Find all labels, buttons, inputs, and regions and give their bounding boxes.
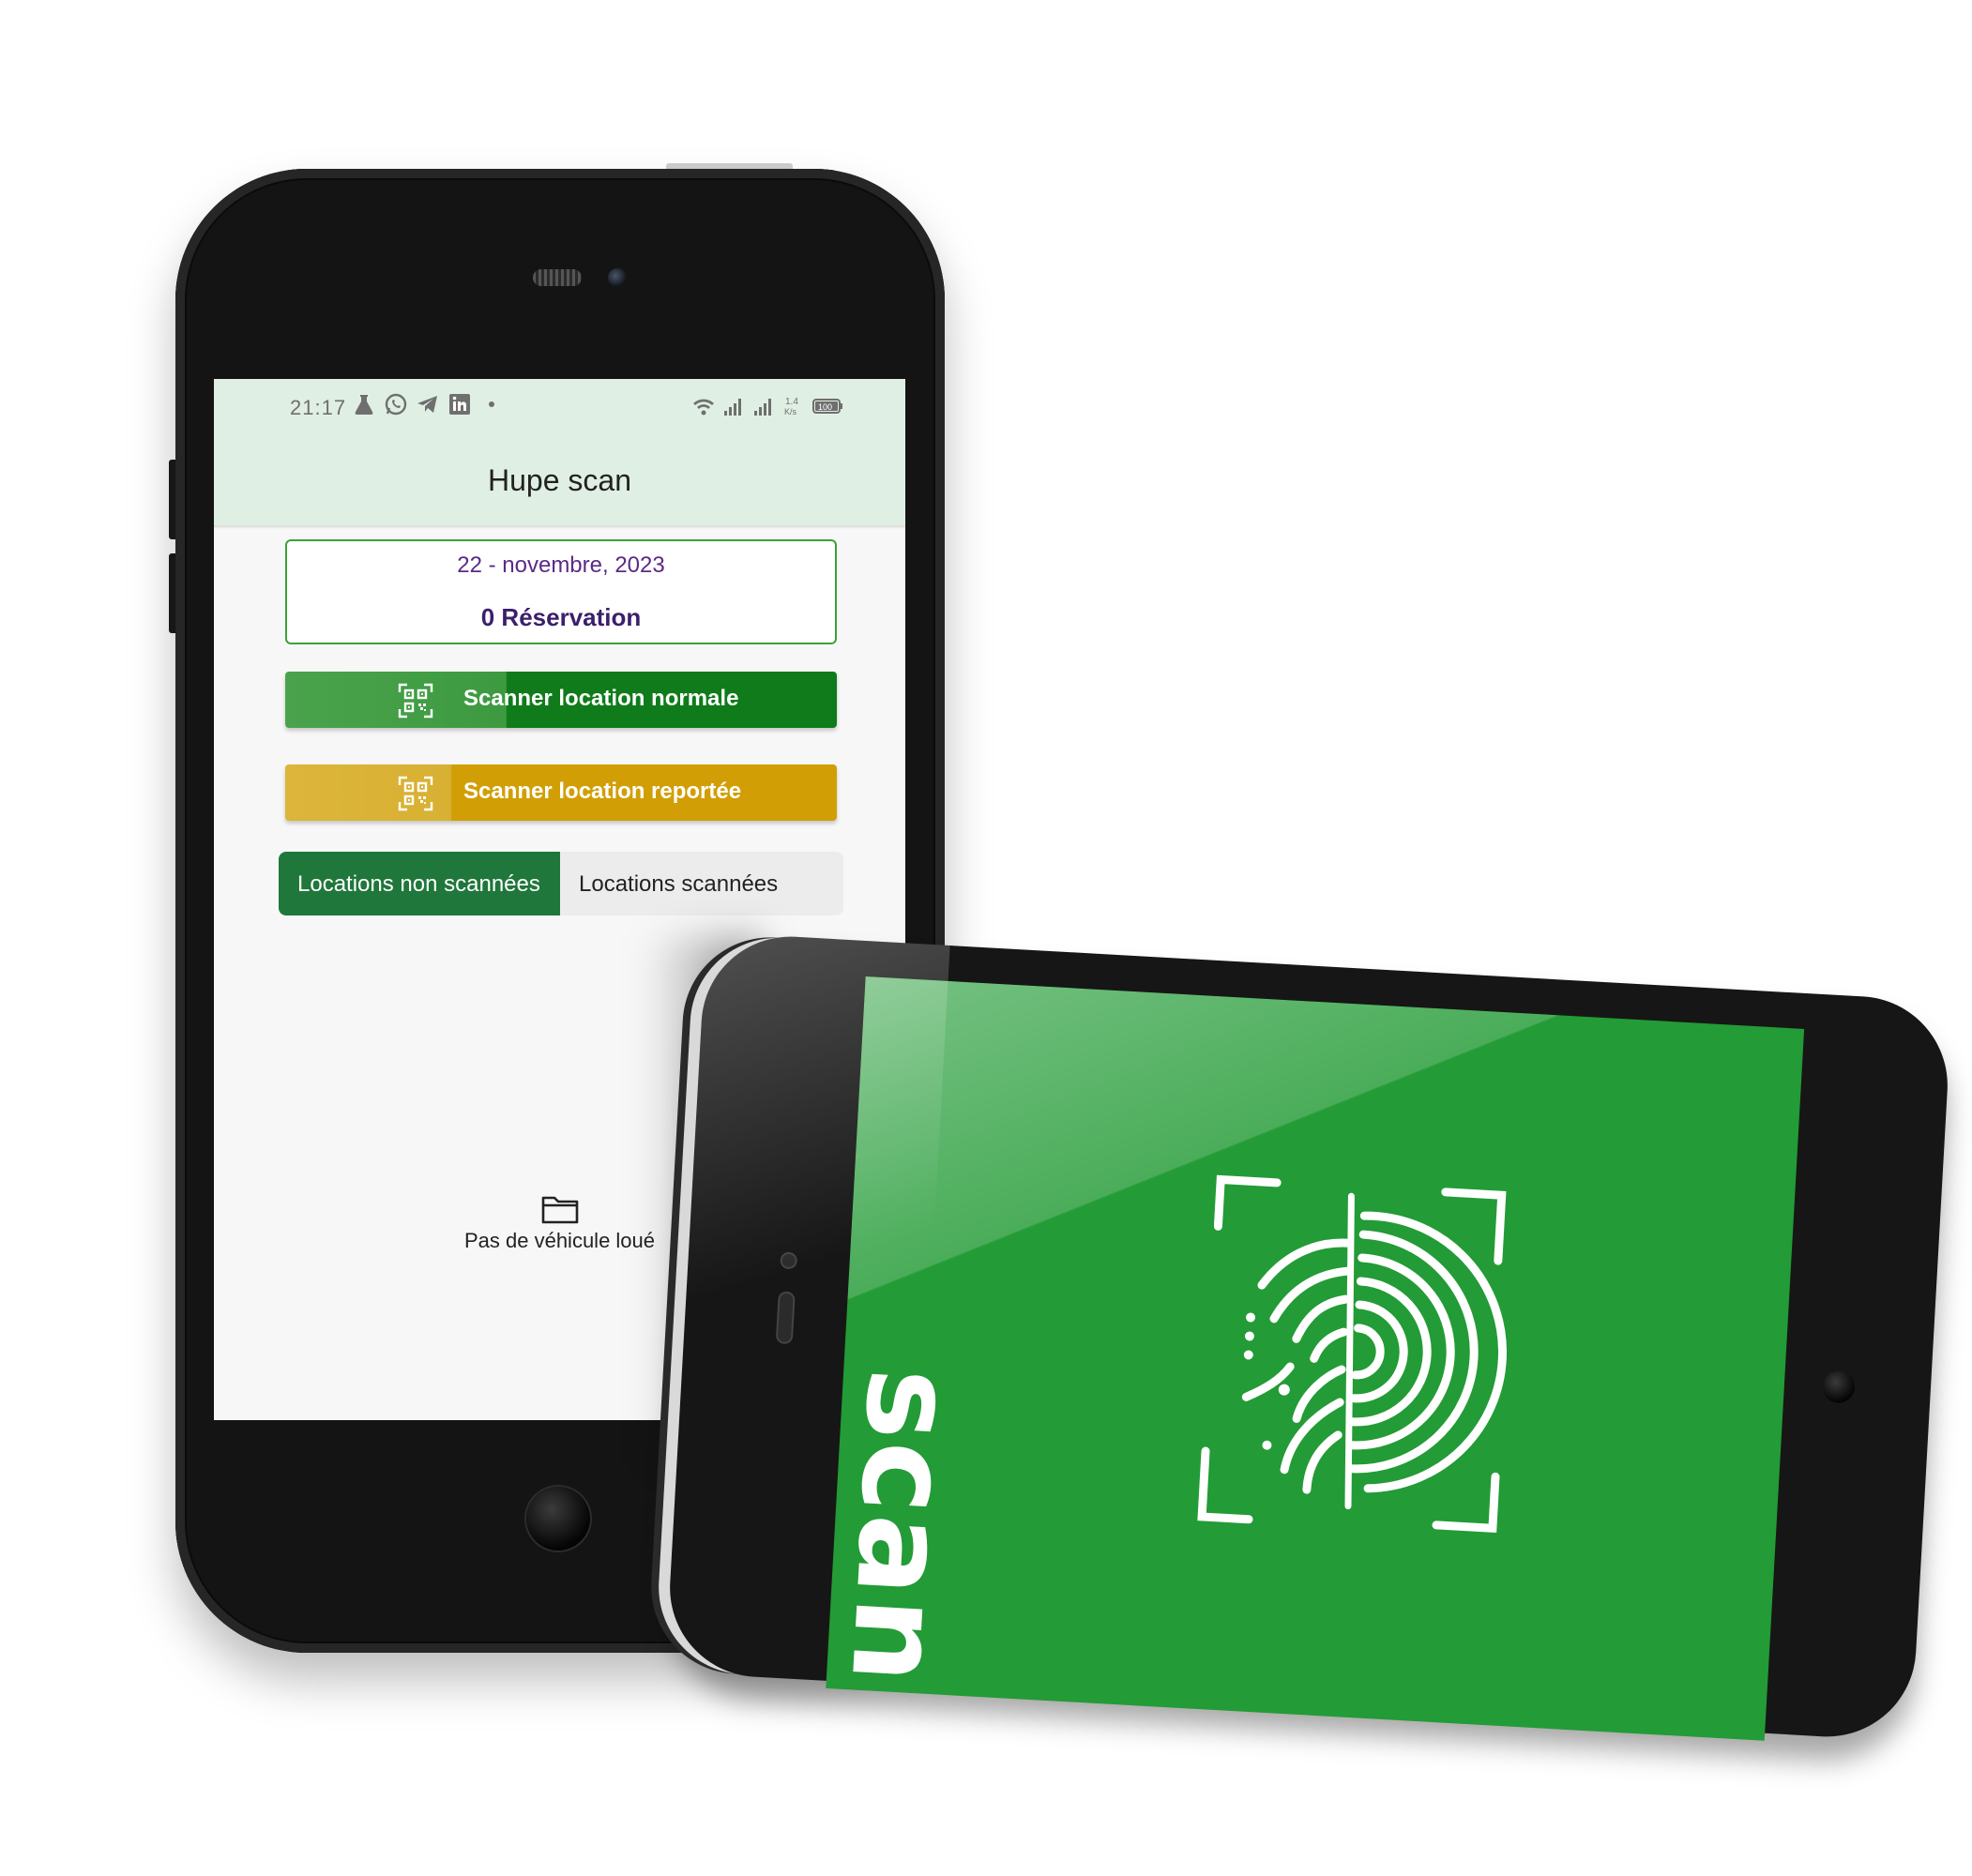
current-date: 22 - novembre, 2023 — [457, 552, 665, 578]
qr-scan-icon — [398, 683, 433, 719]
svg-text:1.4: 1.4 — [785, 397, 798, 407]
home-button — [526, 1487, 590, 1551]
screen-glare — [826, 976, 1805, 1741]
whatsapp-icon — [385, 393, 407, 416]
wifi-icon — [693, 399, 714, 416]
tab-scanned[interactable]: Locations scannées — [560, 852, 843, 915]
network-speed-icon: 1.4K/s — [784, 397, 798, 416]
app-bar-divider — [214, 525, 905, 529]
folder-icon — [541, 1196, 578, 1224]
speaker-grille — [533, 269, 582, 286]
app-bar: 21:17 1.4 K/s 100 Hupe scan — [214, 379, 905, 525]
splash-screen: scan — [826, 976, 1805, 1741]
flask-icon — [355, 395, 373, 415]
landscape-phone: scan — [664, 931, 1953, 1742]
signal-icon — [724, 399, 741, 416]
reservation-count: 0 Réservation — [480, 603, 642, 631]
frame-glare — [664, 931, 950, 1686]
signal-icon — [754, 399, 771, 416]
date-summary-card: 22 - novembre, 2023 0 Réservation — [285, 539, 837, 644]
telegram-icon — [417, 396, 437, 413]
scan-normal-button[interactable]: Scanner location normale — [285, 672, 837, 728]
notification-icons — [352, 392, 504, 416]
status-bar: 21:17 1.4 K/s 100 — [290, 390, 853, 428]
linkedin-icon — [449, 394, 470, 415]
tab-unscanned-label: Locations non scannées — [297, 871, 540, 897]
scan-normal-label: Scanner location normale — [463, 686, 739, 711]
status-time: 21:17 — [290, 396, 347, 419]
svg-text:100: 100 — [818, 402, 832, 412]
svg-text:K/s: K/s — [784, 407, 797, 416]
qr-scan-icon — [398, 776, 433, 811]
tab-scanned-label: Locations scannées — [579, 871, 779, 897]
battery-icon: 100 — [812, 399, 842, 414]
tab-unscanned[interactable]: Locations non scannées — [279, 852, 560, 915]
app-title: Hupe scan — [488, 463, 631, 497]
dot-icon — [489, 401, 494, 407]
location-tabs: Locations non scannées Locations scannée… — [279, 852, 843, 915]
system-icons: 1.4 K/s 100 — [691, 394, 843, 418]
scan-reported-label: Scanner location reportée — [463, 779, 742, 804]
scan-reported-button[interactable]: Scanner location reportée — [285, 764, 837, 821]
home-button — [1821, 1369, 1856, 1404]
front-camera — [608, 268, 627, 287]
